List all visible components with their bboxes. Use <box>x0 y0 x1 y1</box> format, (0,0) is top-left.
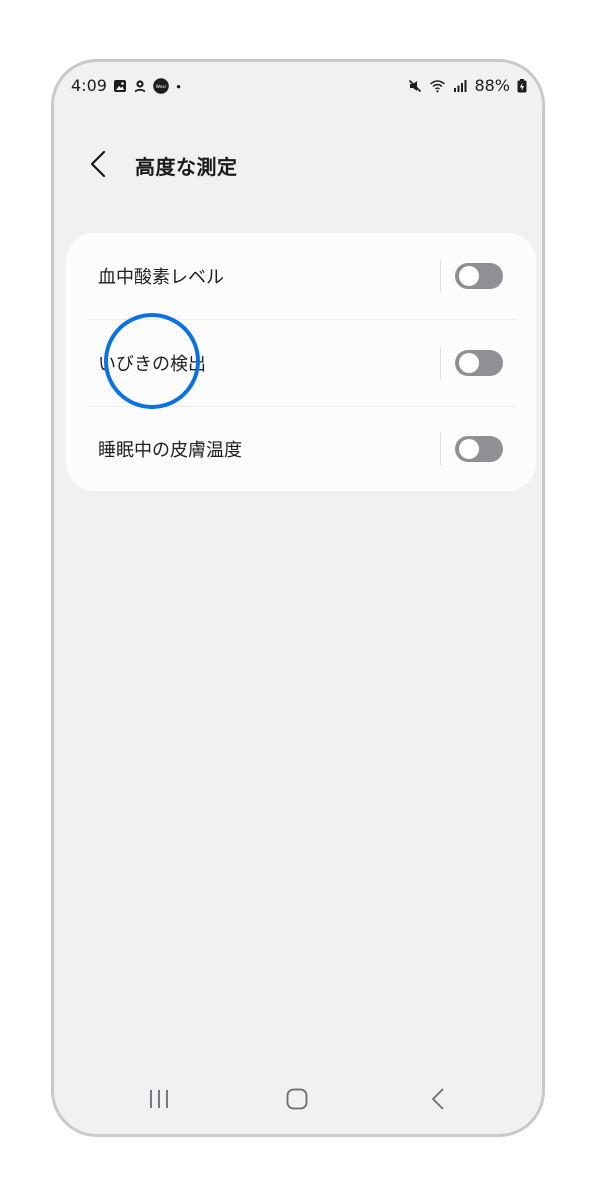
toggle-knob <box>459 353 479 373</box>
dot-icon <box>176 84 181 88</box>
phone-frame: 4:09 Wear 88% 高度な測定 血中酸素レベル いびきの検出 睡眠中の皮… <box>51 59 545 1137</box>
wear-label: Wear <box>156 83 167 88</box>
nav-back-button[interactable] <box>418 1082 458 1116</box>
page-title: 高度な測定 <box>135 155 238 179</box>
recents-icon <box>150 1090 168 1108</box>
back-button[interactable] <box>84 148 112 180</box>
setting-label: 睡眠中の皮膚温度 <box>98 440 242 461</box>
app-header: 高度な測定 <box>54 144 542 184</box>
toggle-knob <box>459 266 479 286</box>
back-icon <box>432 1088 444 1110</box>
setting-label: いびきの検出 <box>98 354 206 375</box>
setting-row-skin-temperature[interactable]: 睡眠中の皮膚温度 <box>66 406 536 492</box>
snore-detection-toggle[interactable] <box>455 350 503 376</box>
setting-label: 血中酸素レベル <box>98 267 224 288</box>
row-separator <box>440 260 441 292</box>
status-left: 4:09 Wear <box>71 76 185 95</box>
mute-icon <box>409 79 422 92</box>
battery-percent: 88% <box>474 76 510 95</box>
settings-card: 血中酸素レベル いびきの検出 睡眠中の皮膚温度 <box>66 233 536 491</box>
navigation-bar <box>54 1064 542 1134</box>
row-separator <box>440 433 441 465</box>
chevron-left-icon <box>90 150 106 178</box>
signal-icon <box>454 79 467 92</box>
blood-oxygen-toggle[interactable] <box>455 263 503 289</box>
recents-button[interactable] <box>139 1082 179 1116</box>
wear-icon: Wear <box>153 77 169 94</box>
setting-row-snore-detection[interactable]: いびきの検出 <box>66 320 536 406</box>
toggle-knob <box>459 439 479 459</box>
battery-icon <box>517 78 527 92</box>
home-icon <box>286 1088 308 1110</box>
location-icon <box>134 79 146 92</box>
status-right: 88% <box>408 76 527 95</box>
gallery-icon <box>113 79 126 92</box>
wifi-icon <box>430 79 446 92</box>
skin-temperature-toggle[interactable] <box>455 436 503 462</box>
home-button[interactable] <box>277 1082 317 1116</box>
row-separator <box>440 347 441 379</box>
setting-row-blood-oxygen[interactable]: 血中酸素レベル <box>66 233 536 319</box>
status-time: 4:09 <box>71 76 107 95</box>
status-bar: 4:09 Wear 88% <box>54 62 542 112</box>
